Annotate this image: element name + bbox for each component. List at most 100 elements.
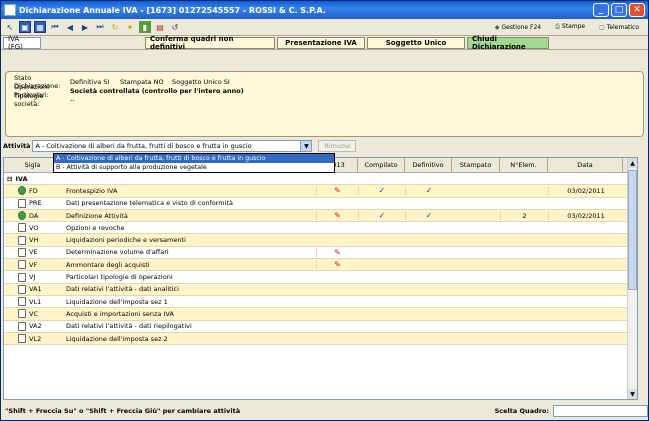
refresh-icon[interactable]: ↻	[109, 21, 121, 33]
gestione-f24-button[interactable]: ◆ Gestione F24	[495, 24, 541, 31]
collapse-icon[interactable]: ⊟	[4, 175, 12, 183]
cell-desc: Liquidazioni periodiche e versamenti	[66, 236, 186, 245]
nav-prev-icon[interactable]: ◀	[64, 21, 76, 33]
document-icon: ▢	[599, 23, 605, 31]
table-row[interactable]: VA1 Dati relativi l'attività - dati anali…	[4, 283, 637, 296]
table-row[interactable]: VC Acquisti e importazioni senza IVA	[4, 308, 637, 321]
minimize-button[interactable]: _	[593, 3, 609, 17]
cell-desc: Opzioni e revoche	[66, 223, 125, 232]
attivita-option[interactable]: A - Coltivazione di alberi da frutta, fr…	[54, 154, 334, 163]
table-row[interactable]: VE Determinazione volume d'affari ✎	[4, 247, 637, 260]
cell-desc: Frontespizio IVA	[66, 186, 118, 195]
document-icon	[18, 321, 26, 331]
sigla-text: VH	[29, 236, 39, 245]
grid-body: FD Frontespizio IVA ✎ ✓ ✓ 03/02/2011 PRE Dati p…	[4, 185, 637, 346]
app-icon	[4, 4, 16, 16]
window-title: Dichiarazione Annuale IVA - [1673] 01272…	[19, 5, 326, 15]
document-icon	[18, 297, 26, 307]
header-data[interactable]: Data	[548, 158, 623, 172]
wizard-icon[interactable]: ✦	[124, 21, 136, 33]
table-row[interactable]: FD Frontespizio IVA ✎ ✓ ✓ 03/02/2011	[4, 185, 637, 198]
chiudi-button[interactable]: Chiudi Dichiarazione	[467, 35, 549, 51]
window-icon[interactable]: ▣	[19, 21, 31, 33]
table-row[interactable]: VL1 Liquidazione dell'imposta sez 1	[4, 296, 637, 309]
sigla-text: VJ	[29, 273, 36, 282]
title-bar: Dichiarazione Annuale IVA - [1673] 01272…	[1, 1, 648, 19]
chart-icon[interactable]: ▮	[139, 21, 151, 33]
cell-sigla: VL1	[4, 297, 62, 307]
scelta-quadro-label: Scelta Quadro:	[494, 407, 549, 415]
cell-sigla: DA	[4, 211, 62, 221]
table-row[interactable]: VL2 Liquidazione dell'imposta sez 2	[4, 332, 637, 346]
sigla-text: VF	[29, 260, 38, 269]
header-definitivo[interactable]: Definitivo	[405, 158, 452, 172]
cell-sigla: VA2	[4, 321, 62, 331]
cell-sigla: VC	[4, 309, 62, 319]
status-bar: "Shift + Freccia Su" o "Shift + Freccia …	[3, 403, 648, 419]
sigla-text: VL2	[29, 334, 42, 343]
sigla-text: DA	[29, 211, 39, 220]
header-stampato[interactable]: Stampato	[452, 158, 500, 172]
cell-sigla: VO	[4, 223, 62, 233]
document-icon	[18, 272, 26, 282]
table-row[interactable]: PRE Dati presentazione telematica e visto…	[4, 198, 637, 210]
cell-data: 03/02/2011	[548, 186, 623, 195]
attivita-option[interactable]: B - Attività di supporto alla produzione…	[54, 163, 334, 172]
stampe-button[interactable]: ⎙ Stampe	[555, 23, 585, 31]
stato-soggetto: Soggetto Unico SI	[172, 77, 230, 86]
table-row[interactable]: VA2 Dati relativi l'attività - dati riepi…	[4, 321, 637, 333]
checkmark-icon: ✓	[378, 211, 386, 221]
printer-icon: ⎙	[555, 23, 560, 30]
presentazione-button[interactable]: Presentazione IVA	[277, 36, 365, 49]
scroll-down-icon[interactable]: ▼	[628, 389, 637, 399]
header-nelem[interactable]: N°Elem.	[500, 158, 548, 172]
cell-desc: Dati presentazione telematica e visto di…	[66, 199, 233, 208]
document-icon	[18, 284, 26, 294]
scroll-up-icon[interactable]: ▲	[628, 158, 637, 168]
grid-icon[interactable]: ▦	[34, 21, 46, 33]
undo-icon[interactable]: ↺	[169, 21, 181, 33]
cell-desc: Ammontare degli acquisti	[66, 260, 150, 269]
cell-nelem: 2	[500, 211, 548, 220]
check-circle-icon	[18, 211, 26, 221]
document-icon	[18, 247, 26, 257]
cell-desc: Definizione Attività	[66, 211, 128, 220]
cell-2013: ✎	[316, 247, 358, 257]
scelta-quadro-input[interactable]	[553, 405, 648, 417]
cell-sigla: VF	[4, 260, 62, 270]
document-icon	[18, 223, 26, 233]
vertical-scrollbar[interactable]: ▲ ▼	[627, 158, 637, 399]
close-button[interactable]: ✕	[629, 3, 645, 17]
book-icon[interactable]: ▤	[154, 21, 166, 33]
soggetto-unico-button[interactable]: Soggetto Unico	[367, 36, 465, 49]
conferma-button[interactable]: Conferma quadri non definitivi	[145, 35, 275, 51]
table-row[interactable]: VH Liquidazioni periodiche e versamenti	[4, 234, 637, 247]
group-row[interactable]: ⊟ IVA	[4, 173, 637, 186]
table-row[interactable]: VO Opzioni e revoche	[4, 222, 637, 235]
table-row[interactable]: VF Ammontare degli acquisti ✎	[4, 259, 637, 272]
tab-bar: IVA (FG) Conferma quadri non definitivi …	[1, 35, 648, 51]
nav-next-icon[interactable]: ▶	[79, 21, 91, 33]
telematico-button[interactable]: ▢ Telematico	[599, 24, 639, 31]
tipologia-label: Tipologia società:	[14, 91, 44, 108]
cell-sigla: FD	[4, 186, 62, 196]
back-icon[interactable]: ↖	[4, 21, 16, 33]
scroll-thumb[interactable]	[628, 170, 637, 290]
cell-sigla: VH	[4, 235, 62, 245]
nav-last-icon[interactable]: ⏭	[94, 21, 106, 33]
current-tab[interactable]: IVA (FG)	[3, 35, 41, 51]
cell-sigla: VE	[4, 247, 62, 257]
maximize-button[interactable]: □	[611, 3, 627, 17]
table-row[interactable]: DA Definizione Attività ✎ ✓ ✓ 2 03/02/2011	[4, 209, 637, 223]
rimuovi-button: Rimuovi	[318, 140, 357, 152]
pencil-icon: ✎	[334, 247, 341, 257]
attivita-select[interactable]: A - Coltivazione di alberi da frutta, fr…	[32, 140, 313, 152]
header-compilato[interactable]: Compilato	[358, 158, 405, 172]
document-icon	[18, 260, 26, 270]
nav-first-icon[interactable]: ⏮	[49, 21, 61, 33]
chevron-down-icon[interactable]: ▼	[300, 141, 312, 151]
sigla-text: VO	[29, 223, 39, 232]
document-icon	[18, 334, 26, 343]
cell-data: 03/02/2011	[548, 211, 623, 220]
table-row[interactable]: VJ Particolari tipologie di operazioni	[4, 271, 637, 284]
